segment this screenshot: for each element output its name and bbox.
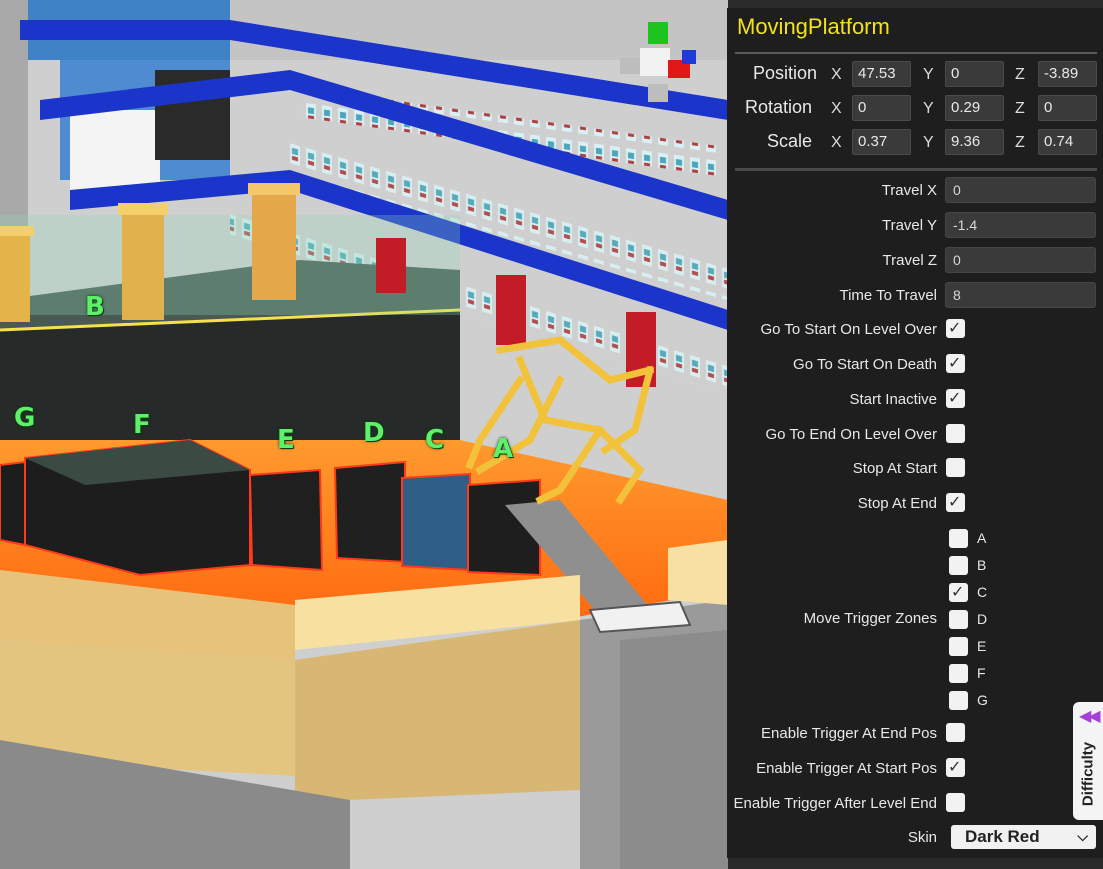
zone-g-label: G — [977, 692, 988, 708]
zone-f-checkbox[interactable] — [949, 664, 968, 683]
zone-label-b: B — [85, 292, 105, 322]
axis-x-label: X — [831, 100, 842, 117]
rotation-label: Rotation — [744, 97, 812, 117]
pillar — [248, 183, 300, 300]
difficulty-tab[interactable]: ◀◀ Difficulty — [1073, 702, 1103, 820]
go-to-start-on-level-over-label: Go To Start On Level Over — [760, 321, 937, 338]
start-inactive-label: Start Inactive — [849, 391, 937, 408]
pillar — [0, 226, 34, 322]
position-row: Position X 47.53 Y 0 Z -3.89 — [727, 61, 1103, 89]
zone-d-checkbox[interactable] — [949, 610, 968, 629]
go-to-start-on-level-over-checkbox[interactable]: ✓ — [946, 319, 965, 338]
travel-y-field[interactable]: -1.4 — [945, 212, 1096, 238]
enable-trigger-at-end-pos-checkbox[interactable] — [946, 723, 965, 742]
axis-z-label: Z — [1015, 100, 1025, 117]
pillar — [118, 203, 168, 320]
scale-row: Scale X 0.37 Y 9.36 Z 0.74 — [727, 129, 1103, 157]
game-viewport[interactable]: B G F E D C A — [0, 0, 728, 869]
enable-trigger-after-level-end-label: Enable Trigger After Level End — [733, 795, 937, 812]
zone-b-checkbox[interactable] — [949, 556, 968, 575]
zone-label-c: C — [425, 425, 445, 455]
chevron-down-icon: ⌵ — [1077, 829, 1088, 845]
skin-label: Skin — [907, 829, 937, 846]
difficulty-tab-label: Difficulty — [1079, 741, 1097, 807]
zone-g-checkbox[interactable] — [949, 691, 968, 710]
zone-label-f: F — [133, 410, 151, 440]
zone-label-d: D — [363, 418, 385, 448]
title-divider — [735, 52, 1097, 54]
start-inactive-checkbox[interactable]: ✓ — [946, 389, 965, 408]
rotation-y-field[interactable]: 0.29 — [945, 95, 1004, 121]
travel-z-field[interactable]: 0 — [945, 247, 1096, 273]
position-y-field[interactable]: 0 — [945, 61, 1004, 87]
go-to-start-on-death-checkbox[interactable]: ✓ — [946, 354, 965, 373]
zone-label-a: A — [493, 434, 514, 464]
zone-b-label: B — [977, 557, 987, 573]
travel-x-label: Travel X — [881, 182, 937, 199]
zone-c-checkbox[interactable]: ✓ — [949, 583, 968, 602]
axis-x-label: X — [831, 134, 842, 151]
scale-x-field[interactable]: 0.37 — [852, 129, 911, 155]
axis-x-label: X — [831, 66, 842, 83]
enable-trigger-at-end-pos-label: Enable Trigger At End Pos — [761, 725, 937, 742]
inspector-panel: MovingPlatform Position X 47.53 Y 0 Z -3… — [727, 8, 1103, 858]
time-to-travel-label: Time To Travel — [839, 287, 937, 304]
go-to-end-on-level-over-label: Go To End On Level Over — [765, 426, 937, 443]
checkmark-icon: ✓ — [948, 757, 962, 776]
skin-dropdown[interactable]: Dark Red ⌵ — [951, 825, 1096, 849]
stop-at-start-label: Stop At Start — [852, 460, 937, 477]
zone-label-g: G — [14, 403, 36, 433]
scale-z-field[interactable]: 0.74 — [1038, 129, 1097, 155]
enable-trigger-after-level-end-checkbox[interactable] — [946, 793, 965, 812]
checkmark-icon: ✓ — [951, 582, 965, 601]
go-to-start-on-death-label: Go To Start On Death — [793, 356, 937, 373]
enable-trigger-at-start-pos-label: Enable Trigger At Start Pos — [756, 760, 937, 777]
section-divider — [735, 168, 1097, 171]
stop-at-start-checkbox[interactable] — [946, 458, 965, 477]
travel-y-label: Travel Y — [881, 217, 937, 234]
position-x-field[interactable]: 47.53 — [852, 61, 911, 87]
double-chevron-left-icon: ◀◀ — [1079, 706, 1101, 725]
skin-selected-value: Dark Red — [965, 827, 1040, 846]
scale-label: Scale — [766, 131, 812, 151]
zone-e-label: E — [977, 638, 987, 654]
go-to-end-on-level-over-checkbox[interactable] — [946, 424, 965, 443]
enable-trigger-at-start-pos-checkbox[interactable]: ✓ — [946, 758, 965, 777]
checkmark-icon: ✓ — [948, 353, 962, 372]
scale-y-field[interactable]: 9.36 — [945, 129, 1004, 155]
stop-at-end-checkbox[interactable]: ✓ — [946, 493, 965, 512]
position-z-field[interactable]: -3.89 — [1038, 61, 1097, 87]
rotation-x-field[interactable]: 0 — [852, 95, 911, 121]
move-trigger-zones-label: Move Trigger Zones — [803, 610, 937, 627]
travel-z-label: Travel Z — [882, 252, 937, 269]
stop-at-end-label: Stop At End — [857, 495, 937, 512]
rotation-row: Rotation X 0 Y 0.29 Z 0 — [727, 95, 1103, 123]
checkmark-icon: ✓ — [948, 318, 962, 337]
travel-x-field[interactable]: 0 — [945, 177, 1096, 203]
checkmark-icon: ✓ — [948, 492, 962, 511]
zone-a-checkbox[interactable] — [949, 529, 968, 548]
time-to-travel-field[interactable]: 8 — [945, 282, 1096, 308]
position-label: Position — [752, 63, 817, 83]
axis-z-label: Z — [1015, 66, 1025, 83]
zone-f-label: F — [977, 665, 986, 681]
axis-z-label: Z — [1015, 134, 1025, 151]
axis-y-label: Y — [923, 134, 934, 151]
zone-label-e: E — [277, 425, 295, 455]
axis-y-label: Y — [923, 66, 934, 83]
rotation-z-field[interactable]: 0 — [1038, 95, 1097, 121]
checkmark-icon: ✓ — [948, 388, 962, 407]
zone-c-label: C — [977, 584, 988, 600]
axis-y-label: Y — [923, 100, 934, 117]
zone-d-label: D — [977, 611, 988, 627]
zone-e-checkbox[interactable] — [949, 637, 968, 656]
inspector-title: MovingPlatform — [737, 14, 890, 39]
zone-a-label: A — [977, 530, 987, 546]
